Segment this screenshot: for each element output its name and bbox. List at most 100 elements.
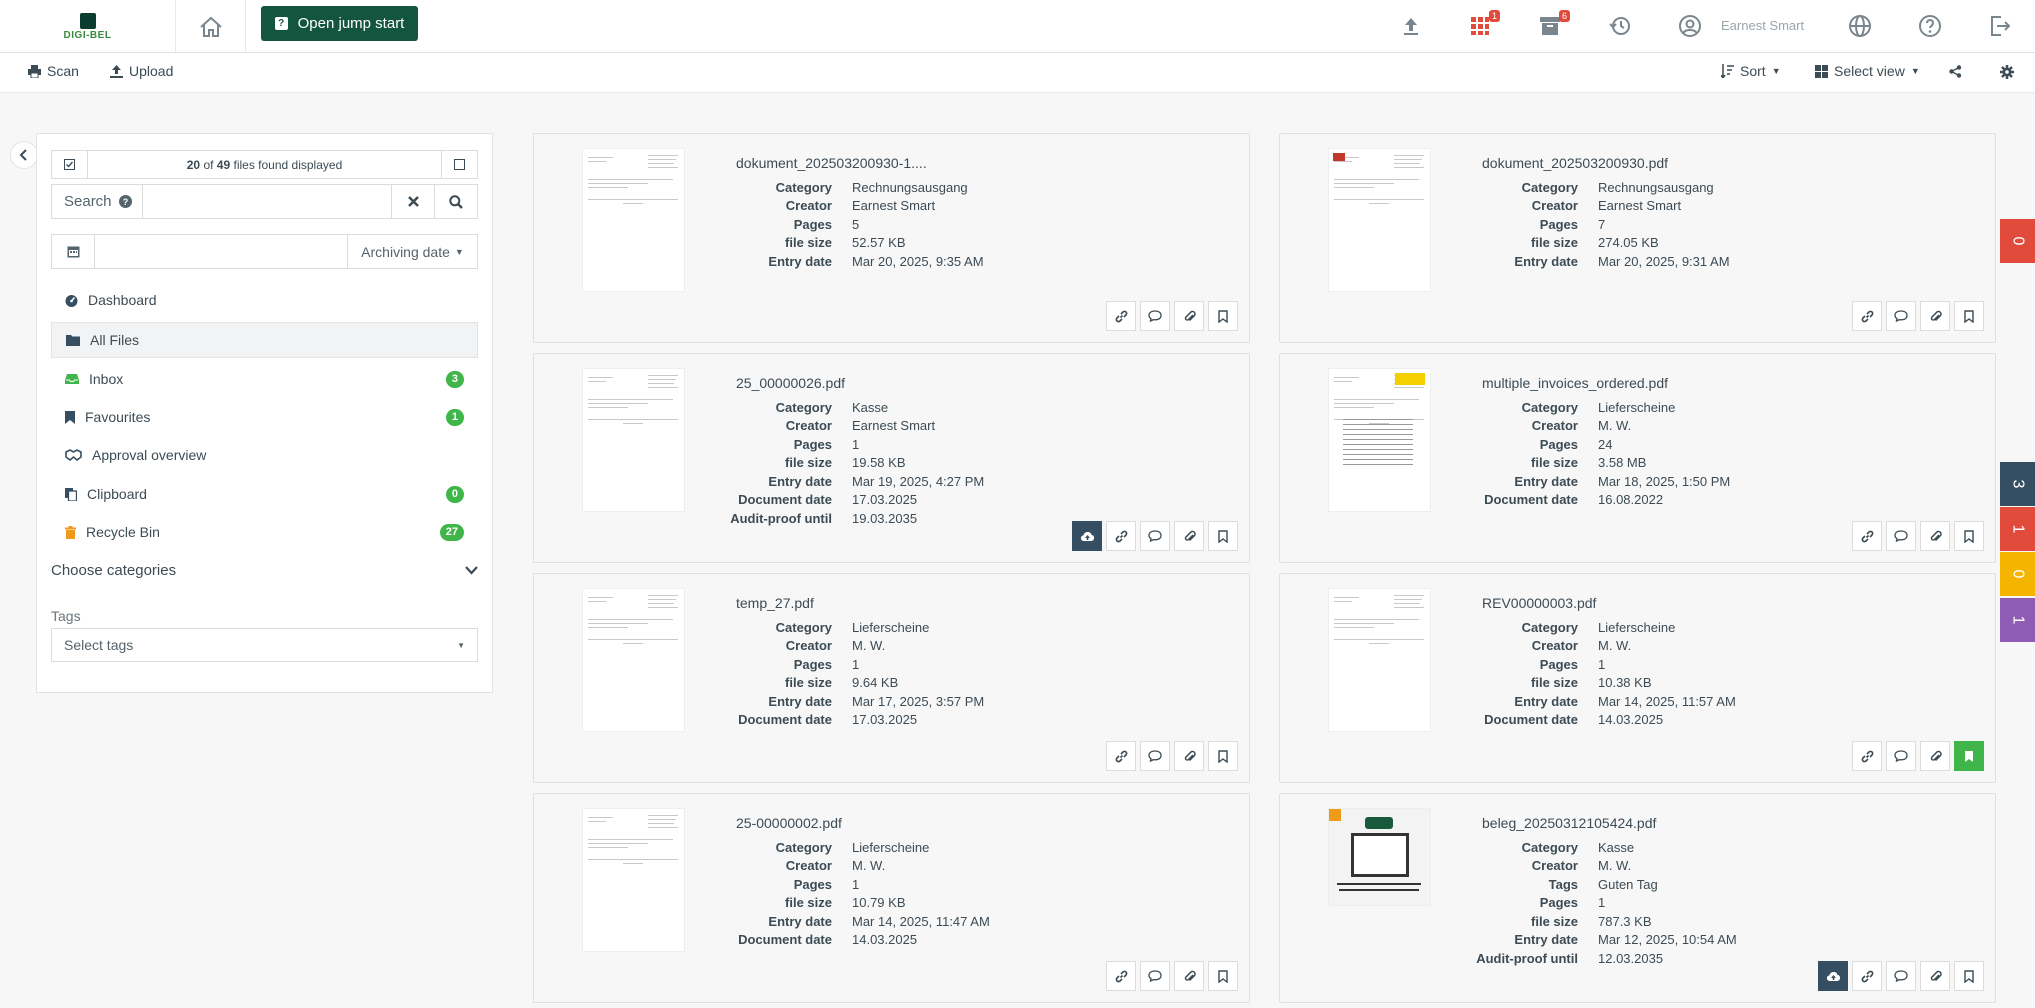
- clear-search-button[interactable]: [391, 185, 434, 218]
- document-card[interactable]: beleg_20250312105424.pdf Category Kasse Cre…: [1279, 793, 1996, 1003]
- side-tab-dark[interactable]: 3: [2000, 462, 2035, 506]
- choose-categories-toggle[interactable]: Choose categories: [51, 562, 478, 579]
- comment-button[interactable]: [1140, 741, 1170, 771]
- apps-grid-icon[interactable]: 1: [1466, 10, 1500, 40]
- document-thumbnail[interactable]: [1329, 809, 1430, 905]
- comment-button[interactable]: [1886, 741, 1916, 771]
- comment-button[interactable]: [1140, 961, 1170, 991]
- document-filename[interactable]: dokument_202503200930-1....: [736, 155, 927, 171]
- document-card[interactable]: 25_00000026.pdf Category Kasse Creator Earne…: [533, 353, 1250, 563]
- bookmark-button[interactable]: [1208, 961, 1238, 991]
- upload-icon[interactable]: [1397, 12, 1425, 40]
- share-button[interactable]: [1949, 65, 1962, 78]
- comment-button[interactable]: [1886, 301, 1916, 331]
- calendar-button[interactable]: [52, 235, 95, 268]
- attachment-button[interactable]: [1920, 301, 1950, 331]
- scan-button[interactable]: Scan: [28, 63, 79, 79]
- attachment-button[interactable]: [1174, 961, 1204, 991]
- document-filename[interactable]: beleg_20250312105424.pdf: [1482, 815, 1656, 831]
- archiving-date-dropdown[interactable]: Archiving date ▼: [347, 235, 477, 268]
- comment-button[interactable]: [1140, 521, 1170, 551]
- app-logo[interactable]: DIGI-BEL: [0, 0, 176, 53]
- document-card[interactable]: multiple_invoices_ordered.pdf Category Lie…: [1279, 353, 1996, 563]
- document-thumbnail[interactable]: [583, 589, 684, 731]
- document-filename[interactable]: temp_27.pdf: [736, 595, 814, 611]
- attachment-button[interactable]: [1920, 521, 1950, 551]
- attachment-button[interactable]: [1174, 301, 1204, 331]
- comment-button[interactable]: [1886, 521, 1916, 551]
- document-card[interactable]: dokument_202503200930.pdf Category Rechnun…: [1279, 133, 1996, 343]
- date-input[interactable]: [95, 235, 347, 268]
- open-jump-start-button[interactable]: ? Open jump start: [261, 6, 418, 41]
- sidebar-item-dashboard[interactable]: Dashboard: [51, 282, 478, 318]
- tags-select[interactable]: Select tags ▼: [51, 628, 478, 662]
- history-icon[interactable]: [1606, 12, 1634, 40]
- copy-link-button[interactable]: [1106, 741, 1136, 771]
- side-tab-red-2[interactable]: 1: [2000, 507, 2035, 551]
- select-all-checkbox[interactable]: [52, 151, 88, 178]
- bookmark-button[interactable]: [1954, 301, 1984, 331]
- copy-link-button[interactable]: [1852, 301, 1882, 331]
- copy-link-button[interactable]: [1852, 521, 1882, 551]
- attachment-button[interactable]: [1920, 741, 1950, 771]
- document-thumbnail[interactable]: [583, 809, 684, 951]
- document-card[interactable]: REV00000003.pdf Category Lieferscheine Crea…: [1279, 573, 1996, 783]
- document-thumbnail[interactable]: [1329, 589, 1430, 731]
- deselect-all-checkbox[interactable]: [441, 151, 477, 178]
- bookmark-button[interactable]: [1954, 741, 1984, 771]
- search-button[interactable]: [434, 185, 477, 218]
- side-tab-yellow[interactable]: 0: [2000, 552, 2035, 596]
- settings-button[interactable]: [2000, 65, 2014, 79]
- sidebar-item-approval-overview[interactable]: Approval overview: [51, 437, 478, 473]
- side-tab-purple[interactable]: 1: [2000, 598, 2035, 642]
- upload-button[interactable]: [1818, 961, 1848, 991]
- bookmark-button[interactable]: [1208, 521, 1238, 551]
- sidebar-item-recycle-bin[interactable]: Recycle Bin 27: [51, 514, 478, 550]
- document-filename[interactable]: dokument_202503200930.pdf: [1482, 155, 1668, 171]
- copy-link-button[interactable]: [1106, 301, 1136, 331]
- sidebar-item-all-files[interactable]: All Files: [51, 322, 478, 358]
- copy-link-button[interactable]: [1852, 961, 1882, 991]
- document-filename[interactable]: REV00000003.pdf: [1482, 595, 1596, 611]
- document-thumbnail[interactable]: [583, 149, 684, 291]
- upload-button[interactable]: [1072, 521, 1102, 551]
- sidebar-item-inbox[interactable]: Inbox 3: [51, 361, 478, 397]
- bookmark-button[interactable]: [1208, 301, 1238, 331]
- select-view-dropdown[interactable]: Select view ▼: [1815, 63, 1920, 79]
- logout-icon[interactable]: [1986, 12, 2014, 40]
- comment-button[interactable]: [1140, 301, 1170, 331]
- document-filename[interactable]: multiple_invoices_ordered.pdf: [1482, 375, 1668, 391]
- document-card[interactable]: temp_27.pdf Category Lieferscheine Creator M…: [533, 573, 1250, 783]
- side-tab-red[interactable]: 0: [2000, 219, 2035, 263]
- document-filename[interactable]: 25-00000002.pdf: [736, 815, 842, 831]
- archive-box-icon[interactable]: 6: [1536, 10, 1570, 40]
- bookmark-button[interactable]: [1954, 961, 1984, 991]
- document-thumbnail[interactable]: [1329, 369, 1430, 511]
- globe-icon[interactable]: [1846, 12, 1874, 40]
- home-button[interactable]: [176, 0, 246, 53]
- attachment-button[interactable]: [1174, 521, 1204, 551]
- search-input[interactable]: [143, 185, 391, 218]
- help-icon[interactable]: [1916, 12, 1944, 40]
- user-avatar-icon[interactable]: [1676, 12, 1704, 40]
- sidebar-item-favourites[interactable]: Favourites 1: [51, 399, 478, 435]
- question-circle-icon[interactable]: ?: [118, 195, 132, 208]
- document-card[interactable]: dokument_202503200930-1.... Category Rechn…: [533, 133, 1250, 343]
- attachment-button[interactable]: [1174, 741, 1204, 771]
- attachment-button[interactable]: [1920, 961, 1950, 991]
- document-thumbnail[interactable]: [583, 369, 684, 511]
- document-thumbnail[interactable]: [1329, 149, 1430, 291]
- copy-link-button[interactable]: [1852, 741, 1882, 771]
- copy-link-button[interactable]: [1106, 521, 1136, 551]
- collapse-sidebar-button[interactable]: [10, 141, 38, 169]
- bookmark-button[interactable]: [1954, 521, 1984, 551]
- document-filename[interactable]: 25_00000026.pdf: [736, 375, 845, 391]
- bookmark-button[interactable]: [1208, 741, 1238, 771]
- sort-dropdown[interactable]: Sort ▼: [1721, 63, 1781, 79]
- upload-button[interactable]: Upload: [110, 63, 173, 79]
- comment-button[interactable]: [1886, 961, 1916, 991]
- copy-link-button[interactable]: [1106, 961, 1136, 991]
- sidebar-item-clipboard[interactable]: Clipboard 0: [51, 476, 478, 512]
- user-name[interactable]: Earnest Smart: [1721, 18, 1804, 33]
- document-card[interactable]: 25-00000002.pdf Category Lieferscheine Crea…: [533, 793, 1250, 1003]
